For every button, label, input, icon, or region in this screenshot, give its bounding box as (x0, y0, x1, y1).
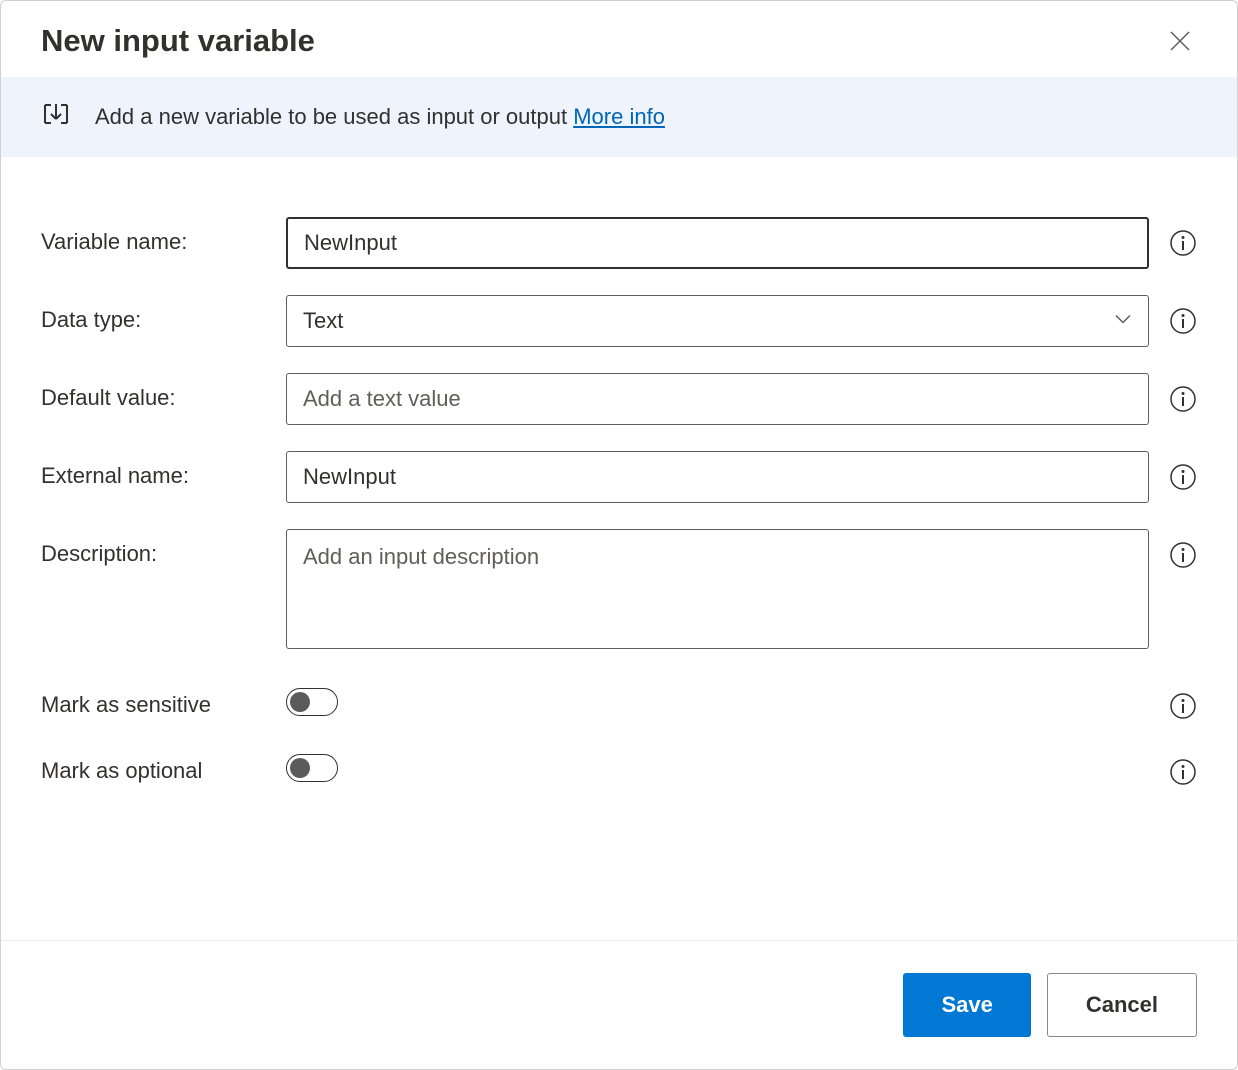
banner-text: Add a new variable to be used as input o… (95, 104, 665, 130)
label-mark-sensitive: Mark as sensitive (41, 680, 266, 718)
form-body: Variable name: Data type: Default value: (1, 157, 1237, 940)
input-arrow-icon (41, 99, 71, 135)
close-button[interactable] (1163, 24, 1197, 58)
info-icon[interactable] (1169, 692, 1197, 720)
row-external-name: External name: (41, 451, 1197, 503)
row-mark-optional: Mark as optional (41, 746, 1197, 786)
banner-text-content: Add a new variable to be used as input o… (95, 104, 573, 129)
info-icon[interactable] (1169, 385, 1197, 413)
toggle-knob (290, 758, 310, 778)
mark-optional-toggle[interactable] (286, 754, 338, 782)
default-value-input[interactable] (286, 373, 1149, 425)
dialog-header: New input variable (1, 1, 1237, 77)
label-external-name: External name: (41, 451, 266, 489)
row-description: Description: (41, 529, 1197, 654)
label-default-value: Default value: (41, 373, 266, 411)
info-icon[interactable] (1169, 758, 1197, 786)
dialog-title: New input variable (41, 23, 315, 59)
row-variable-name: Variable name: (41, 217, 1197, 269)
description-textarea[interactable] (286, 529, 1149, 649)
save-button[interactable]: Save (903, 973, 1030, 1037)
close-icon (1169, 30, 1191, 52)
dialog-footer: Save Cancel (1, 940, 1237, 1069)
label-mark-optional: Mark as optional (41, 746, 266, 784)
label-variable-name: Variable name: (41, 217, 266, 255)
info-icon[interactable] (1169, 307, 1197, 335)
cancel-button[interactable]: Cancel (1047, 973, 1197, 1037)
row-default-value: Default value: (41, 373, 1197, 425)
row-mark-sensitive: Mark as sensitive (41, 680, 1197, 720)
data-type-select[interactable] (286, 295, 1149, 347)
label-description: Description: (41, 529, 266, 567)
variable-name-input[interactable] (286, 217, 1149, 269)
external-name-input[interactable] (286, 451, 1149, 503)
row-data-type: Data type: (41, 295, 1197, 347)
info-banner: Add a new variable to be used as input o… (1, 77, 1237, 157)
label-data-type: Data type: (41, 295, 266, 333)
info-icon[interactable] (1169, 463, 1197, 491)
info-icon[interactable] (1169, 541, 1197, 569)
mark-sensitive-toggle[interactable] (286, 688, 338, 716)
toggle-knob (290, 692, 310, 712)
info-icon[interactable] (1169, 229, 1197, 257)
more-info-link[interactable]: More info (573, 104, 665, 129)
